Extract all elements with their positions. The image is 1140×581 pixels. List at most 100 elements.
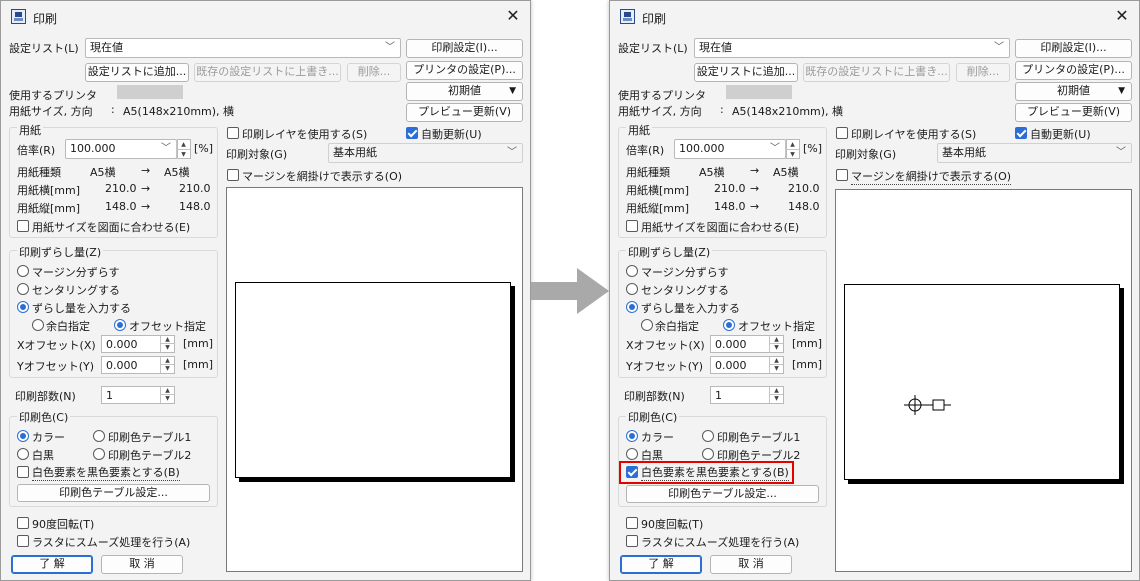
- smooth-checkbox[interactable]: [626, 535, 638, 547]
- margin-mesh-checkbox[interactable]: [836, 169, 848, 181]
- offset-radio[interactable]: [114, 319, 126, 331]
- input-shift-radio[interactable]: [17, 301, 29, 313]
- scale-spinner[interactable]: ▲ ▼: [785, 139, 800, 159]
- printer-app-icon: [11, 9, 26, 24]
- paper-size-colon: :: [111, 103, 115, 116]
- close-icon[interactable]: ✕: [501, 5, 525, 27]
- color-table-settings-button[interactable]: 印刷色テーブル設定...: [626, 485, 819, 503]
- scale-spinner[interactable]: ▲ ▼: [176, 139, 191, 159]
- blank-radio[interactable]: [641, 319, 653, 331]
- printer-name-redacted: [726, 85, 792, 99]
- offset-radio[interactable]: [723, 319, 735, 331]
- chevron-down-icon: ﹀: [161, 143, 171, 154]
- spin-up-icon[interactable]: ▲: [769, 357, 783, 365]
- print-settings-button[interactable]: 印刷設定(I)...: [406, 39, 523, 58]
- auto-update-checkbox[interactable]: [406, 127, 418, 139]
- centering-radio[interactable]: [626, 283, 638, 295]
- y-offset-spinner[interactable]: 0.000 ▲ ▼: [101, 356, 175, 374]
- cancel-button[interactable]: 取 消: [710, 555, 792, 574]
- spin-up-icon[interactable]: ▲: [769, 336, 783, 344]
- settings-list-combo[interactable]: 現在値 ﹀: [85, 38, 401, 58]
- mono-radio[interactable]: [17, 448, 29, 460]
- table1-radio[interactable]: [93, 430, 105, 442]
- smooth-checkbox[interactable]: [17, 535, 29, 547]
- spin-up-icon[interactable]: ▲: [160, 336, 174, 344]
- spin-down-icon[interactable]: ▼: [176, 150, 190, 159]
- input-shift-radio[interactable]: [626, 301, 638, 313]
- spin-down-icon[interactable]: ▼: [785, 150, 799, 159]
- copies-label: 印刷部数(N): [624, 390, 685, 403]
- printer-settings-button[interactable]: プリンタの設定(P)...: [406, 61, 523, 80]
- preview-update-button[interactable]: プレビュー更新(V): [1015, 103, 1132, 122]
- mono-radio[interactable]: [626, 448, 638, 460]
- fit-paper-checkbox[interactable]: [17, 220, 29, 232]
- table2-radio[interactable]: [702, 448, 714, 460]
- initial-value-button[interactable]: 初期値 ▼: [406, 82, 523, 101]
- paper-width-from: 210.0: [105, 182, 137, 195]
- print-settings-button[interactable]: 印刷設定(I)...: [1015, 39, 1132, 58]
- printer-settings-button[interactable]: プリンタの設定(P)...: [1015, 61, 1132, 80]
- spin-down-icon[interactable]: ▼: [160, 395, 174, 403]
- fit-paper-checkbox[interactable]: [626, 220, 638, 232]
- auto-update-checkbox[interactable]: [1015, 127, 1027, 139]
- table2-radio[interactable]: [93, 448, 105, 460]
- paper-width-label: 用紙横[mm]: [17, 184, 81, 197]
- add-to-list-button[interactable]: 設定リストに追加...: [85, 63, 189, 82]
- paper-size-label: 用紙サイズ, 方向: [618, 105, 702, 118]
- spin-down-icon[interactable]: ▼: [769, 344, 783, 352]
- delete-button[interactable]: 削除...: [956, 63, 1010, 82]
- crosshair-drawing-icon: [904, 395, 951, 415]
- smooth-label: ラスタにスムーズ処理を行う(A): [32, 536, 191, 549]
- copies-spinner[interactable]: 1 ▲ ▼: [710, 386, 784, 404]
- spin-down-icon[interactable]: ▼: [160, 365, 174, 373]
- spin-down-icon[interactable]: ▼: [769, 395, 783, 403]
- margin-mesh-checkbox[interactable]: [227, 169, 239, 181]
- rotate90-checkbox[interactable]: [17, 517, 29, 529]
- chevron-down-icon: ﹀: [507, 147, 517, 158]
- x-offset-label: Xオフセット(X): [17, 339, 96, 352]
- x-offset-spinner[interactable]: 0.000 ▲ ▼: [710, 335, 784, 353]
- spin-down-icon[interactable]: ▼: [160, 344, 174, 352]
- use-layer-label: 印刷レイヤを使用する(S): [851, 128, 977, 141]
- scale-combo[interactable]: 100.000 ﹀: [674, 139, 786, 159]
- y-offset-spinner[interactable]: 0.000 ▲ ▼: [710, 356, 784, 374]
- overwrite-list-button[interactable]: 既存の設定リストに上書き...: [803, 63, 950, 82]
- print-target-combo[interactable]: 基本用紙 ﹀: [937, 143, 1132, 163]
- spin-down-icon[interactable]: ▼: [769, 365, 783, 373]
- settings-list-label: 設定リスト(L): [618, 42, 688, 55]
- color-radio[interactable]: [626, 430, 638, 442]
- use-layer-checkbox[interactable]: [227, 127, 239, 139]
- color-radio[interactable]: [17, 430, 29, 442]
- margin-shift-radio[interactable]: [17, 265, 29, 277]
- settings-list-value: 現在値: [90, 41, 123, 54]
- x-offset-spinner[interactable]: 0.000 ▲ ▼: [101, 335, 175, 353]
- overwrite-list-button[interactable]: 既存の設定リストに上書き...: [194, 63, 341, 82]
- settings-list-combo[interactable]: 現在値 ﹀: [694, 38, 1010, 58]
- print-target-combo[interactable]: 基本用紙 ﹀: [328, 143, 523, 163]
- initial-value-button[interactable]: 初期値 ▼: [1015, 82, 1132, 101]
- close-icon[interactable]: ✕: [1110, 5, 1134, 27]
- scale-combo[interactable]: 100.000 ﹀: [65, 139, 177, 159]
- spin-up-icon[interactable]: ▲: [176, 140, 190, 150]
- white-to-black-checkbox[interactable]: [17, 466, 29, 478]
- spin-up-icon[interactable]: ▲: [769, 387, 783, 395]
- cancel-button[interactable]: 取 消: [101, 555, 183, 574]
- rotate90-checkbox[interactable]: [626, 517, 638, 529]
- spin-up-icon[interactable]: ▲: [160, 387, 174, 395]
- spin-up-icon[interactable]: ▲: [785, 140, 799, 150]
- use-layer-checkbox[interactable]: [836, 127, 848, 139]
- centering-label: センタリングする: [32, 284, 120, 297]
- table1-radio[interactable]: [702, 430, 714, 442]
- copies-spinner[interactable]: 1 ▲ ▼: [101, 386, 175, 404]
- ok-button[interactable]: 了 解: [11, 555, 93, 574]
- blank-radio[interactable]: [32, 319, 44, 331]
- centering-radio[interactable]: [17, 283, 29, 295]
- add-to-list-button[interactable]: 設定リストに追加...: [694, 63, 798, 82]
- margin-shift-radio[interactable]: [626, 265, 638, 277]
- preview-update-button[interactable]: プレビュー更新(V): [406, 103, 523, 122]
- color-table-settings-button[interactable]: 印刷色テーブル設定...: [17, 484, 210, 502]
- ok-button[interactable]: 了 解: [620, 555, 702, 574]
- print-preview: [226, 187, 523, 572]
- delete-button[interactable]: 削除...: [347, 63, 401, 82]
- spin-up-icon[interactable]: ▲: [160, 357, 174, 365]
